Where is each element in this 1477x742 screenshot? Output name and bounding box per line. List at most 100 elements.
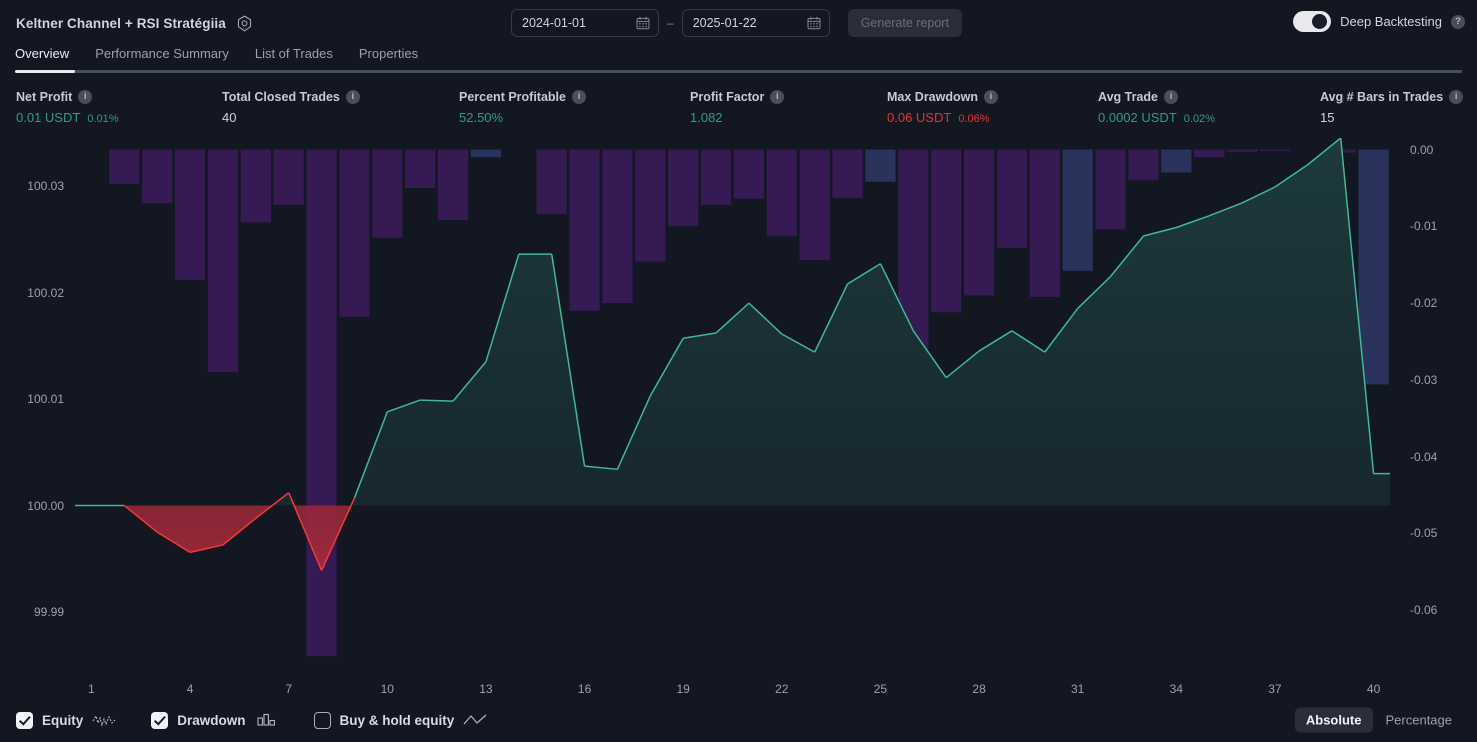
drawdown-bar[interactable] [1128, 149, 1159, 181]
deep-backtesting-toggle[interactable] [1293, 11, 1332, 32]
drawdown-bar[interactable] [240, 149, 271, 223]
scale-mode-switch: Absolute Percentage [1294, 707, 1464, 733]
info-icon[interactable]: i [78, 90, 93, 104]
trade-index-tick: 25 [873, 682, 888, 696]
info-icon[interactable]: i [1449, 90, 1464, 104]
calendar-icon[interactable] [636, 16, 650, 30]
equity-axis-tick: 100.03 [27, 178, 64, 193]
drawdown-bar[interactable] [339, 149, 370, 317]
chart-legend-bar: Equity Drawdown Buy & hold equity Absolu… [0, 698, 1477, 742]
stat-header: Total Closed Trades i [222, 90, 360, 104]
deep-backtesting-group: Deep Backtesting ? [1293, 11, 1465, 32]
toggle-knob [1312, 14, 1328, 29]
drawdown-bar[interactable] [1029, 149, 1060, 297]
drawdown-bar[interactable] [536, 149, 567, 214]
stat-values: 0.01 USDT 0.01% [16, 110, 119, 125]
stat-values: 1.082 [690, 110, 784, 125]
tab-scrollbar-track[interactable] [15, 70, 1462, 73]
info-icon[interactable]: i [1163, 90, 1178, 104]
drawdown-bar[interactable] [799, 149, 830, 261]
equity-axis-tick: 100.02 [27, 285, 64, 300]
drawdown-bar[interactable] [1358, 149, 1389, 385]
drawdown-bars-icon [255, 712, 279, 728]
stat-values: 0.06 USDT 0.06% [887, 110, 998, 125]
date-from-value: 2024-01-01 [522, 16, 586, 30]
drawdown-bar[interactable] [1194, 149, 1225, 158]
drawdown-bar[interactable] [1226, 149, 1258, 152]
drawdown-bar[interactable] [668, 149, 699, 227]
equity-line-icon [92, 712, 116, 728]
trade-index-tick: 40 [1366, 682, 1381, 696]
trade-index-tick: 4 [186, 682, 194, 696]
legend-toggle-equity[interactable]: Equity [16, 711, 116, 729]
drawdown-bar[interactable] [766, 149, 797, 237]
tab-scrollbar-thumb[interactable] [15, 70, 75, 73]
trade-index-tick: 10 [380, 682, 394, 696]
drawdown-bar[interactable] [1259, 149, 1291, 152]
tab-overview[interactable]: Overview [15, 46, 69, 67]
drawdown-axis-tick: -0.04 [1410, 449, 1438, 464]
drawdown-bar[interactable] [931, 149, 962, 313]
calendar-icon[interactable] [807, 16, 821, 30]
stat-values: 40 [222, 110, 360, 125]
drawdown-bar[interactable] [602, 149, 633, 304]
info-icon[interactable]: i [984, 90, 998, 104]
drawdown-bar[interactable] [1062, 149, 1093, 271]
tab-list-of-trades[interactable]: List of Trades [255, 46, 333, 67]
legend-toggle-buy-hold-equity[interactable]: Buy & hold equity [313, 711, 488, 729]
tab-properties[interactable]: Properties [359, 46, 418, 67]
drawdown-bar[interactable] [963, 149, 995, 296]
drawdown-bar[interactable] [832, 149, 863, 198]
drawdown-bar[interactable] [865, 149, 896, 182]
tab-performance-summary[interactable]: Performance Summary [95, 46, 229, 67]
drawdown-bar[interactable] [109, 149, 140, 185]
date-to-value: 2025-01-22 [692, 16, 757, 30]
info-icon[interactable]: i [345, 90, 360, 104]
drawdown-bar[interactable] [1161, 149, 1192, 173]
scale-mode-absolute[interactable]: Absolute [1294, 707, 1373, 733]
title-group: Keltner Channel + RSI Stratégiia [16, 15, 253, 32]
drawdown-bar[interactable] [437, 149, 469, 221]
drawdown-bar[interactable] [1095, 149, 1126, 230]
drawdown-bar[interactable] [635, 149, 666, 262]
help-icon[interactable]: ? [1451, 14, 1465, 29]
equity-axis-tick: 100.00 [27, 498, 64, 513]
drawdown-axis-tick: -0.01 [1410, 219, 1438, 234]
generate-report-button[interactable]: Generate report [847, 9, 962, 37]
trade-index-tick: 28 [972, 682, 986, 696]
trade-index-tick: 34 [1169, 682, 1183, 696]
drawdown-value-axis: 0.00 -0.01 -0.02 -0.03 -0.04 -0.05 -0.06 [1397, 138, 1477, 698]
equity-checkbox[interactable] [16, 711, 33, 729]
chart-plot-area[interactable] [75, 138, 1390, 660]
drawdown-bar[interactable] [996, 149, 1028, 248]
drawdown-bar[interactable] [174, 149, 206, 281]
stat-label: Avg Trade [1098, 90, 1158, 104]
buy-hold-equity-checkbox[interactable] [313, 711, 331, 729]
info-icon[interactable]: i [571, 90, 586, 104]
drawdown-bar[interactable] [306, 149, 337, 657]
drawdown-bar[interactable] [569, 149, 600, 311]
legend-toggle-drawdown[interactable]: Drawdown [151, 711, 279, 729]
info-icon[interactable]: i [770, 90, 785, 104]
drawdown-bar[interactable] [372, 149, 403, 238]
drawdown-bar[interactable] [273, 149, 304, 205]
drawdown-checkbox[interactable] [151, 711, 169, 729]
stat-label: Max Drawdown [887, 90, 978, 104]
stat-value: 0.0002 USDT [1098, 110, 1177, 125]
date-range-separator: – [667, 16, 674, 30]
stat-card-avg-bars-in-trades: Avg # Bars in Trades i 15 [1320, 90, 1464, 125]
drawdown-bar[interactable] [142, 149, 173, 204]
drawdown-bar[interactable] [405, 149, 436, 188]
equity-axis-tick: 99.99 [33, 605, 64, 620]
stat-values: 52.50% [459, 110, 586, 125]
drawdown-bar[interactable] [207, 149, 239, 373]
drawdown-bar[interactable] [470, 149, 502, 158]
equity-value-axis: 99.99 100.00 100.01 100.02 100.03 [0, 138, 72, 698]
date-from-input[interactable]: 2024-01-01 [511, 9, 659, 37]
gear-hex-icon[interactable] [236, 15, 253, 32]
drawdown-bar[interactable] [700, 149, 732, 205]
equity-axis-tick: 100.01 [27, 392, 64, 406]
scale-mode-percentage[interactable]: Percentage [1375, 708, 1464, 733]
date-to-input[interactable]: 2025-01-22 [681, 9, 830, 37]
drawdown-bar[interactable] [733, 149, 765, 199]
